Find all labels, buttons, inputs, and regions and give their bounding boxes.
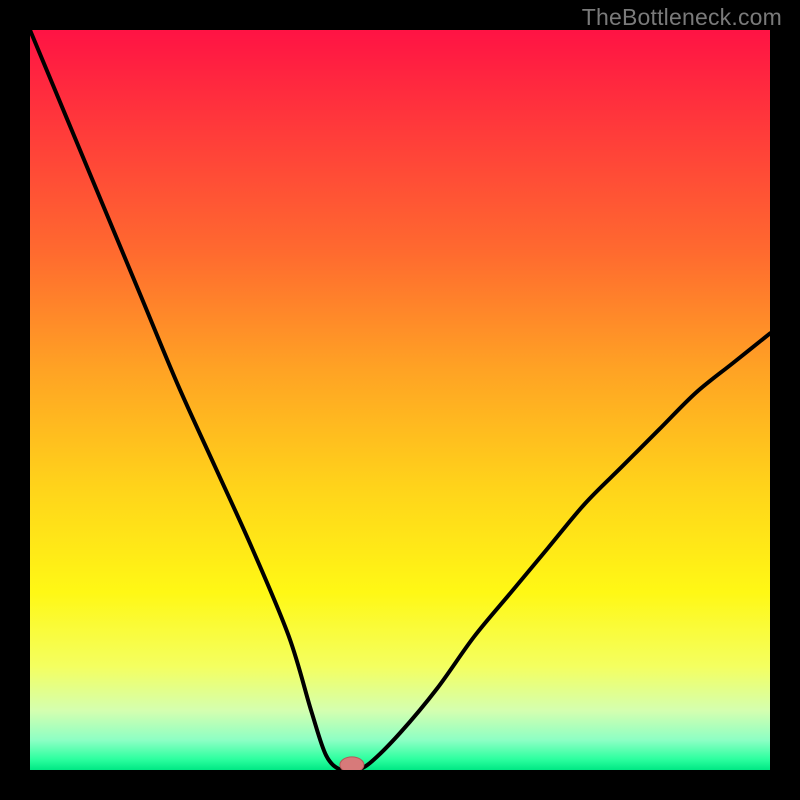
bottleneck-chart (0, 0, 800, 800)
plot-background (30, 30, 770, 770)
chart-frame: TheBottleneck.com (0, 0, 800, 800)
watermark-text: TheBottleneck.com (582, 4, 782, 31)
